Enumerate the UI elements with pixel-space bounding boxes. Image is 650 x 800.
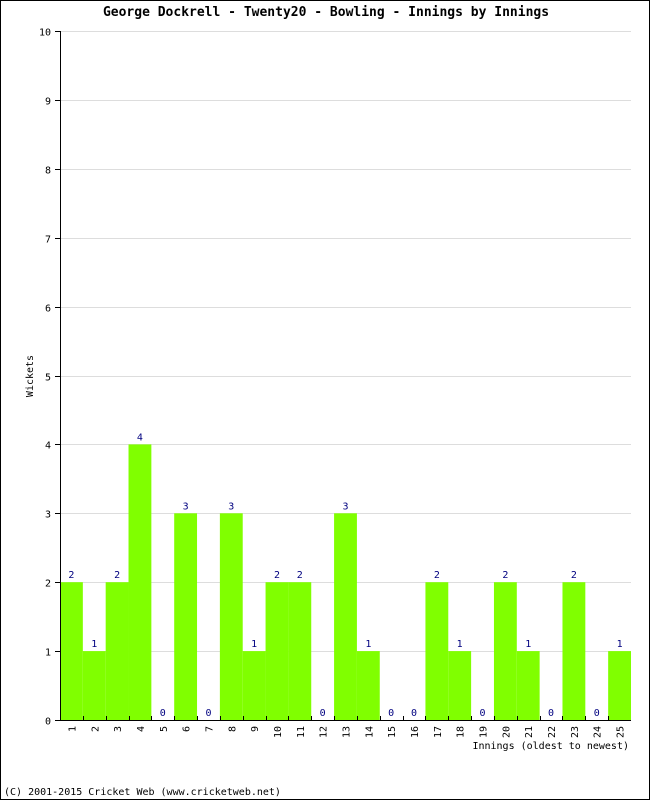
data-label: 2 — [297, 570, 303, 581]
x-tick-label: 25 — [616, 726, 627, 738]
x-tick-label: 8 — [227, 726, 238, 732]
x-tick-label: 12 — [319, 726, 330, 738]
data-label: 1 — [617, 639, 623, 650]
x-tick-label: 11 — [296, 726, 307, 738]
x-tick-label: 22 — [547, 726, 558, 738]
data-label: 0 — [160, 708, 166, 719]
bar — [82, 651, 106, 720]
x-tick-label: 21 — [524, 726, 535, 738]
y-tick-label: 3 — [45, 510, 51, 521]
data-label: 2 — [114, 570, 120, 581]
y-tick-label: 7 — [45, 235, 51, 246]
data-label: 2 — [274, 570, 280, 581]
bar — [425, 582, 449, 720]
y-tick-label: 5 — [45, 373, 51, 384]
y-tick-label: 2 — [45, 579, 51, 590]
x-tick-label: 6 — [182, 726, 193, 732]
bar-chart: 2124030312 20310 0210210201 012345678910 1… — [25, 28, 631, 752]
data-label: 1 — [91, 639, 97, 650]
x-tick-label: 10 — [273, 726, 284, 738]
y-tick-label: 4 — [45, 441, 51, 452]
x-tick-label: 18 — [456, 726, 467, 738]
copyright-notice: (C) 2001-2015 Cricket Web (www.cricketwe… — [4, 787, 281, 798]
data-label: 0 — [480, 708, 486, 719]
bar — [288, 582, 312, 720]
x-tick-label: 7 — [204, 726, 215, 732]
data-label: 0 — [411, 708, 417, 719]
data-label: 3 — [183, 501, 189, 512]
y-tick-label: 8 — [45, 166, 51, 177]
data-label: 2 — [571, 570, 577, 581]
chart-frame: George Dockrell - Twenty20 - Bowling - I… — [0, 0, 650, 800]
data-label: 2 — [502, 570, 508, 581]
bar — [219, 513, 243, 720]
x-tick-label: 23 — [570, 726, 581, 738]
data-label: 2 — [434, 570, 440, 581]
x-axis-label: Innings (oldest to newest) — [472, 741, 629, 752]
x-tick-label: 19 — [479, 726, 490, 738]
x-tick-label: 3 — [113, 726, 124, 732]
x-tick-label: 1 — [67, 726, 78, 732]
bar — [60, 582, 83, 720]
x-tick-label: 2 — [90, 726, 101, 732]
data-label: 3 — [228, 501, 234, 512]
data-label: 1 — [365, 639, 371, 650]
data-label: 1 — [251, 639, 257, 650]
data-label: 0 — [594, 708, 600, 719]
bar — [562, 582, 586, 720]
x-tick-label: 24 — [593, 726, 604, 738]
x-tick-label: 4 — [136, 726, 147, 732]
bar — [493, 582, 517, 720]
data-label: 3 — [342, 501, 348, 512]
y-tick-label: 1 — [45, 648, 51, 659]
x-tick-label: 20 — [501, 726, 512, 738]
data-label: 0 — [548, 708, 554, 719]
y-tick-labels: 0 1 2 3 4 5 6 7 8 9 10 — [39, 28, 51, 728]
y-tick-label: 6 — [45, 304, 51, 315]
data-label: 0 — [388, 708, 394, 719]
y-axis-label: Wickets — [25, 355, 36, 397]
bar — [448, 651, 472, 720]
bar — [334, 513, 357, 720]
data-label: 1 — [525, 639, 531, 650]
y-tick-label: 0 — [45, 717, 51, 728]
bar — [174, 513, 198, 720]
bar — [265, 582, 289, 720]
x-tick-label: 9 — [250, 726, 261, 732]
y-tick-label: 10 — [39, 28, 51, 39]
x-tick-label: 14 — [364, 726, 375, 738]
x-tick-label: 5 — [159, 726, 170, 732]
x-tick-label: 15 — [387, 726, 398, 738]
x-tick-label: 17 — [433, 726, 444, 738]
data-label: 0 — [205, 708, 211, 719]
data-label: 0 — [320, 708, 326, 719]
bar — [608, 651, 631, 720]
x-tick-labels: 1 2 3 4 5 6 7 8 9 10 11 12 13 14 15 16 17 18 19 20 21 22 23 24 2… — [67, 726, 626, 738]
bar — [516, 651, 540, 720]
bar — [242, 651, 266, 720]
bar — [128, 444, 152, 720]
y-tick-label: 9 — [45, 97, 51, 108]
x-tick-label: 16 — [410, 726, 421, 738]
bar — [356, 651, 380, 720]
x-tick-label: 13 — [342, 726, 353, 738]
data-label: 2 — [68, 570, 74, 581]
data-label: 1 — [457, 639, 463, 650]
data-label: 4 — [137, 432, 143, 443]
bar — [105, 582, 129, 720]
